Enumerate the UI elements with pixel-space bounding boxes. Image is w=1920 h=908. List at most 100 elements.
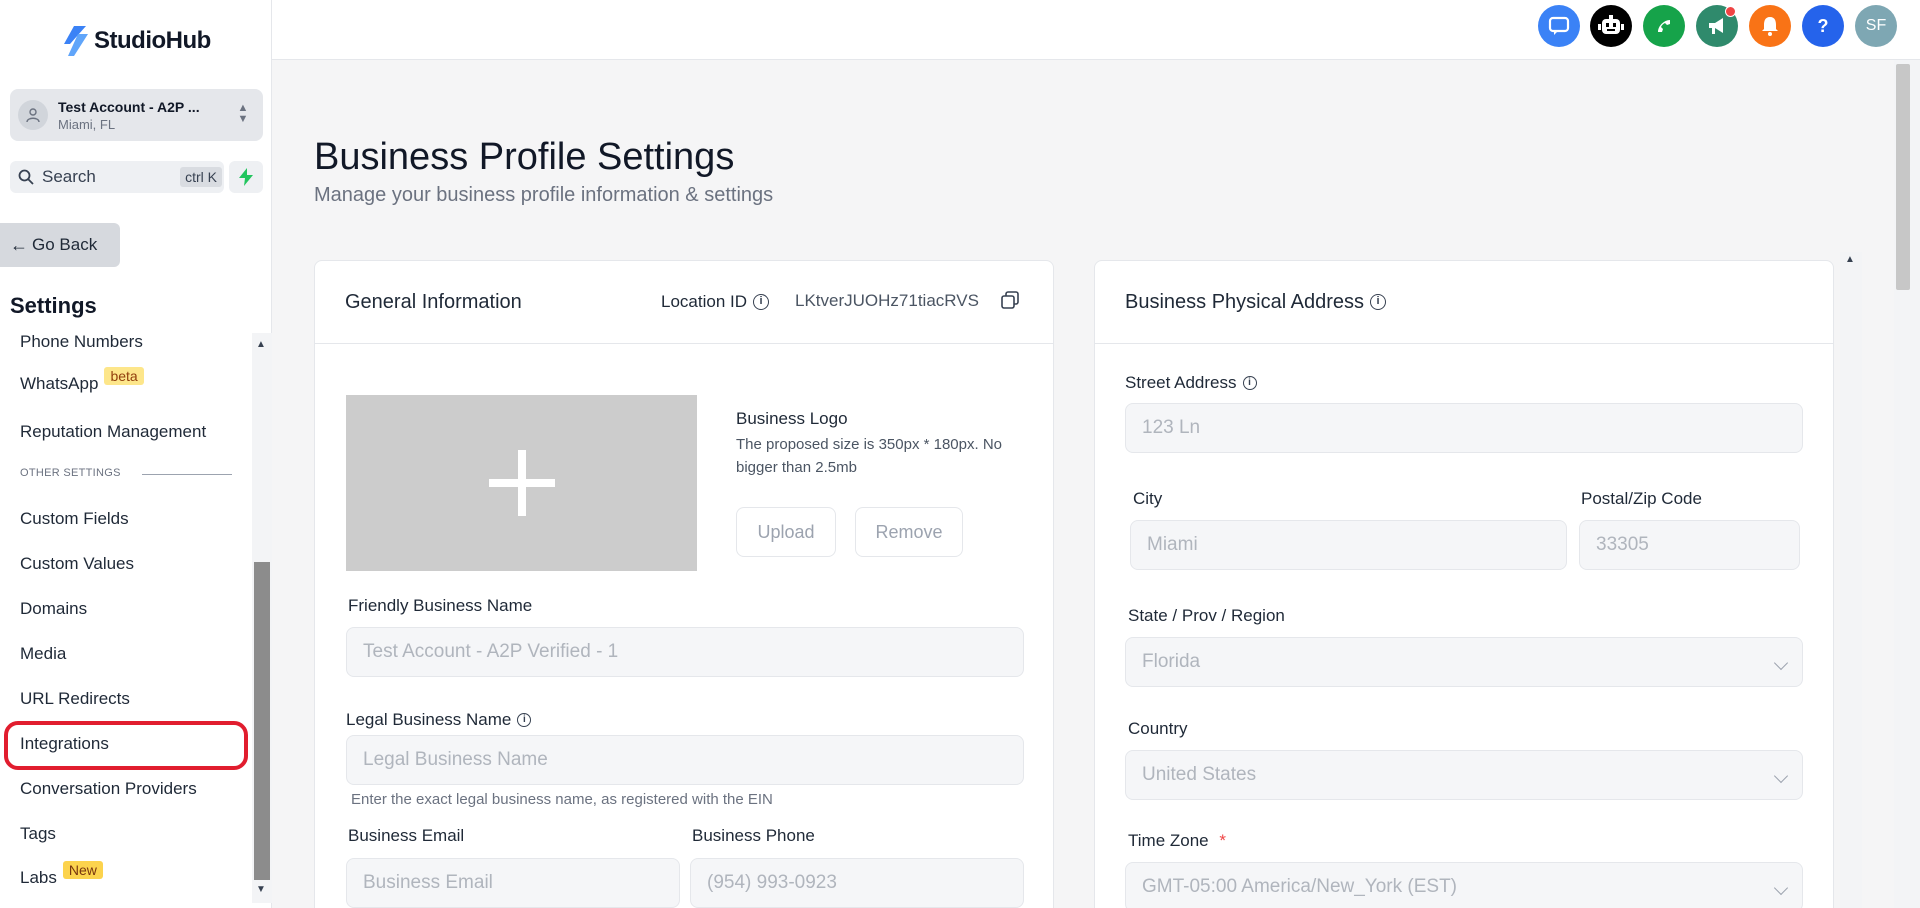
plus-icon (488, 450, 555, 516)
chat-icon[interactable] (1538, 5, 1580, 47)
sidebar-item-media[interactable]: Media (20, 644, 66, 664)
location-id-label-text: Location ID (661, 292, 747, 311)
location-id-label: Location ID i (661, 292, 769, 312)
sidebar-item-conversation-providers[interactable]: Conversation Providers (20, 779, 197, 799)
street-address-input[interactable]: 123 Ln (1125, 403, 1803, 453)
beta-badge: beta (104, 367, 144, 385)
chevron-down-icon (1773, 655, 1789, 671)
logo-upload-area[interactable] (346, 395, 697, 571)
account-location: Miami, FL (58, 116, 116, 132)
search-input[interactable]: Search ctrl K (10, 161, 224, 193)
business-email-label: Business Email (348, 826, 465, 845)
required-asterisk: * (1219, 831, 1226, 850)
sidebar-item-phone-numbers[interactable]: Phone Numbers (20, 332, 143, 352)
copy-icon[interactable] (1001, 291, 1019, 314)
legal-name-label-text: Legal Business Name (346, 710, 512, 729)
go-back-button[interactable]: ← Go Back (0, 223, 120, 267)
page-subtitle: Manage your business profile information… (314, 184, 774, 206)
legal-name-label: Legal Business Name i (346, 710, 532, 730)
sidebar-item-label: Custom Values (20, 554, 135, 573)
account-name: Test Account - A2P ... (58, 98, 200, 115)
avatar-initials: SF (1865, 17, 1887, 34)
sidebar-item-labs[interactable]: Labs New (20, 861, 103, 888)
brand-name: StudioHub (94, 27, 211, 54)
info-icon[interactable]: i (753, 293, 769, 310)
zip-input[interactable]: 33305 (1579, 520, 1800, 570)
go-back-label: Go Back (32, 235, 98, 254)
scroll-down-arrow-icon[interactable]: ▼ (256, 884, 266, 895)
legal-name-hint: Enter the exact legal business name, as … (351, 791, 773, 808)
time-zone-label-text: Time Zone (1128, 831, 1209, 850)
time-zone-select[interactable]: GMT-05:00 America/New_York (EST) (1125, 862, 1803, 908)
sidebar-item-label: Custom Fields (20, 509, 129, 528)
street-address-label: Street Address i (1125, 373, 1257, 393)
time-zone-select-value: GMT-05:00 America/New_York (EST) (1142, 876, 1458, 897)
business-phone-label: Business Phone (692, 826, 815, 845)
sidebar-item-label: Domains (20, 599, 88, 618)
sidebar: StudioHub Test Account - A2P ... Miami, … (0, 0, 272, 908)
page-title: Business Profile Settings (314, 136, 735, 178)
country-label: Country (1128, 719, 1188, 738)
state-select-value: Florida (1142, 651, 1201, 672)
bot-icon[interactable] (1590, 5, 1632, 47)
legal-name-input[interactable]: Legal Business Name (346, 735, 1024, 785)
sidebar-item-label: Media (20, 644, 67, 663)
general-information-card: General Information Location ID i LKtverJ… (314, 260, 1054, 908)
sidebar-item-custom-fields[interactable]: Custom Fields (20, 509, 129, 529)
info-icon[interactable]: i (1242, 375, 1257, 390)
lightning-icon (239, 168, 253, 186)
megaphone-icon[interactable] (1696, 5, 1738, 47)
search-shortcut: ctrl K (180, 167, 222, 187)
sidebar-item-label: Conversation Providers (20, 779, 197, 798)
country-select-value: United States (1142, 764, 1257, 785)
sidebar-item-whatsapp[interactable]: WhatsApp beta (20, 367, 144, 394)
scroll-up-arrow-icon[interactable]: ▲ (256, 339, 266, 350)
quick-action-button[interactable] (229, 161, 263, 193)
remove-button[interactable]: Remove (855, 507, 963, 557)
brand-logo[interactable]: StudioHub (64, 26, 211, 56)
account-icon (18, 100, 48, 130)
logo-icon (64, 26, 88, 56)
phone-icon[interactable] (1643, 5, 1685, 47)
sidebar-item-label: WhatsApp (20, 374, 99, 393)
friendly-name-input[interactable]: Test Account - A2P Verified - 1 (346, 627, 1024, 677)
main-scrollbar-thumb[interactable] (1896, 64, 1910, 290)
sidebar-scrollbar-thumb[interactable] (254, 562, 270, 880)
info-icon[interactable]: i (517, 712, 532, 727)
arrow-left-icon: ← (10, 234, 28, 255)
notification-dot (1725, 6, 1736, 17)
chevron-down-icon (1773, 880, 1789, 896)
sidebar-item-url-redirects[interactable]: URL Redirects (20, 689, 130, 709)
sidebar-item-label: Phone Numbers (20, 332, 143, 351)
sidebar-item-tags[interactable]: Tags (20, 824, 56, 844)
sidebar-item-domains[interactable]: Domains (20, 599, 87, 619)
sidebar-item-label: Labs (20, 868, 57, 887)
upload-button[interactable]: Upload (736, 507, 836, 557)
city-input[interactable]: Miami (1130, 520, 1567, 570)
business-email-input[interactable]: Business Email (346, 858, 680, 908)
info-icon[interactable]: i (1370, 293, 1387, 310)
help-icon[interactable]: ? (1802, 5, 1844, 47)
sidebar-item-label: URL Redirects (20, 689, 130, 708)
city-label: City (1133, 489, 1163, 508)
state-label: State / Prov / Region (1128, 606, 1285, 625)
business-address-title: Business Physical Address i (1125, 291, 1387, 314)
scroll-up-arrow-icon[interactable]: ▲ (1845, 254, 1855, 265)
zip-label: Postal/Zip Code (1581, 489, 1702, 508)
state-select[interactable]: Florida (1125, 637, 1803, 687)
chevron-up-down-icon: ▲ ▼ (237, 102, 249, 125)
account-switcher[interactable]: Test Account - A2P ... Miami, FL ▲ ▼ (10, 89, 263, 141)
general-information-title: General Information (345, 291, 522, 313)
business-phone-input[interactable]: (954) 993-0923 (690, 858, 1024, 908)
sidebar-item-custom-values[interactable]: Custom Values (20, 554, 134, 574)
avatar[interactable]: SF (1855, 5, 1897, 47)
bell-icon[interactable] (1749, 5, 1791, 47)
time-zone-label: Time Zone * (1128, 831, 1226, 851)
new-badge: New (62, 861, 103, 879)
section-label-other-settings: OTHER SETTINGS (20, 467, 121, 479)
country-select[interactable]: United States (1125, 750, 1803, 800)
friendly-name-label: Friendly Business Name (348, 596, 533, 615)
help-label: ? (1817, 15, 1829, 36)
card-scrollbar[interactable]: ▲ (1840, 252, 1862, 908)
sidebar-item-reputation[interactable]: Reputation Management (20, 422, 206, 442)
